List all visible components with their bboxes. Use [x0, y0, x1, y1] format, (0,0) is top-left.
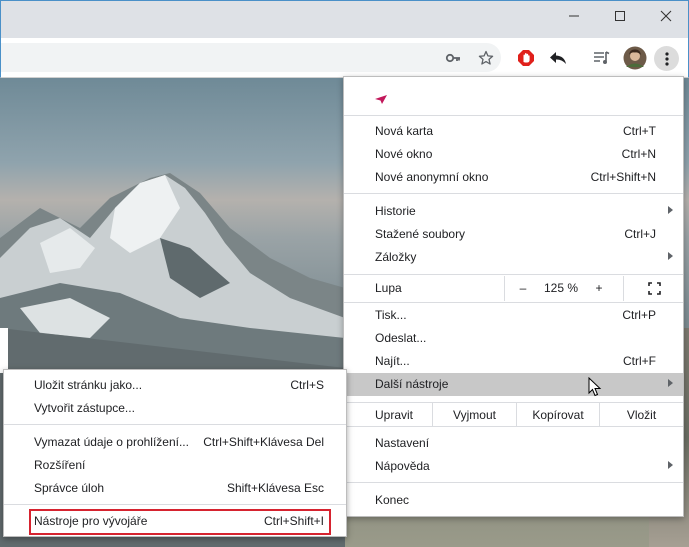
minimize-icon — [569, 15, 579, 17]
submenu-item-label: Vymazat údaje o prohlížení... — [34, 435, 189, 449]
avatar — [623, 46, 647, 70]
pointer-cursor-icon — [588, 377, 602, 397]
menu-item-shortcut: Ctrl+Shift+N — [590, 170, 656, 184]
cut-button[interactable]: Vyjmout — [432, 403, 516, 426]
menu-item-help[interactable]: Nápověda — [344, 455, 683, 478]
media-control-button[interactable] — [591, 47, 613, 69]
menu-item-new-tab[interactable]: Nová karta Ctrl+T — [344, 120, 683, 143]
menu-item-cast[interactable]: Odeslat... — [344, 327, 683, 350]
menu-separator — [344, 302, 683, 303]
key-icon — [445, 53, 460, 63]
maximize-button[interactable] — [597, 1, 643, 31]
paper-plane-icon — [375, 95, 387, 104]
menu-item-downloads[interactable]: Stažené soubory Ctrl+J — [344, 223, 683, 246]
dev-tools-highlight-annotation — [29, 509, 331, 535]
edit-label: Upravit — [375, 408, 414, 422]
menu-item-label: Odeslat... — [375, 331, 427, 345]
submenu-arrow-icon — [668, 379, 673, 387]
fullscreen-icon — [647, 282, 661, 295]
menu-edit-row: Upravit Vyjmout Kopírovat Vložit — [344, 402, 683, 427]
adblock-extension-button[interactable] — [515, 47, 537, 69]
back-share-icon — [550, 52, 566, 64]
zoom-in-button[interactable]: + — [591, 281, 607, 295]
submenu-item-task-manager[interactable]: Správce úloh Shift+Klávesa Esc — [4, 477, 346, 500]
submenu-separator — [4, 504, 346, 505]
browser-toolbar — [0, 38, 689, 78]
menu-item-label: Nové okno — [375, 147, 433, 161]
menu-item-print[interactable]: Tisk... Ctrl+P — [344, 304, 683, 327]
menu-header-logo — [375, 93, 387, 107]
zoom-out-button[interactable]: – — [515, 281, 531, 295]
menu-item-shortcut: Ctrl+J — [624, 227, 656, 241]
fullscreen-button[interactable] — [623, 276, 684, 301]
submenu-separator — [4, 424, 346, 425]
menu-item-history[interactable]: Historie — [344, 200, 683, 223]
title-bar — [0, 0, 689, 38]
zoom-label: Lupa — [375, 281, 402, 295]
menu-separator — [344, 482, 683, 483]
menu-separator — [344, 274, 683, 275]
submenu-arrow-icon — [668, 252, 673, 260]
bookmark-star-button[interactable] — [475, 47, 497, 69]
menu-item-new-window[interactable]: Nové okno Ctrl+N — [344, 143, 683, 166]
chrome-menu-button[interactable] — [654, 46, 679, 71]
menu-item-label: Další nástroje — [375, 377, 449, 391]
chrome-main-menu: Nová karta Ctrl+T Nové okno Ctrl+N Nové … — [343, 76, 684, 517]
submenu-item-shortcut: Ctrl+S — [290, 378, 324, 392]
menu-item-shortcut: Ctrl+N — [621, 147, 656, 161]
submenu-item-shortcut: Shift+Klávesa Esc — [226, 481, 324, 495]
menu-item-label: Tisk... — [375, 308, 407, 322]
password-key-button[interactable] — [442, 47, 464, 69]
zoom-controls: – 125 % + — [504, 276, 683, 301]
menu-item-incognito[interactable]: Nové anonymní okno Ctrl+Shift+N — [344, 166, 683, 189]
menu-item-label: Najít... — [375, 354, 410, 368]
star-icon — [478, 50, 494, 65]
menu-item-shortcut: Ctrl+P — [622, 308, 656, 322]
menu-item-settings[interactable]: Nastavení — [344, 432, 683, 455]
menu-item-label: Nastavení — [375, 436, 430, 450]
menu-item-label: Záložky — [375, 250, 417, 264]
back-share-extension-button[interactable] — [547, 47, 569, 69]
submenu-item-label: Uložit stránku jako... — [34, 378, 143, 392]
menu-item-bookmarks[interactable]: Záložky — [344, 246, 683, 269]
address-bar[interactable] — [1, 43, 501, 72]
menu-item-label: Nápověda — [375, 459, 430, 473]
maximize-icon — [615, 11, 625, 21]
menu-item-label: Nové anonymní okno — [375, 170, 489, 184]
submenu-item-extensions[interactable]: Rozšíření — [4, 454, 346, 477]
submenu-item-label: Rozšíření — [34, 458, 86, 472]
menu-item-find[interactable]: Najít... Ctrl+F — [344, 350, 683, 373]
submenu-arrow-icon — [668, 461, 673, 469]
menu-item-label: Stažené soubory — [375, 227, 466, 241]
zoom-level: 125 % — [543, 281, 579, 295]
kebab-menu-icon — [664, 51, 669, 66]
minimize-button[interactable] — [551, 1, 597, 31]
menu-item-exit[interactable]: Konec — [344, 489, 683, 512]
submenu-arrow-icon — [668, 206, 673, 214]
menu-item-label: Konec — [375, 493, 410, 507]
close-button[interactable] — [643, 1, 689, 31]
submenu-item-create-shortcut[interactable]: Vytvořit zástupce... — [4, 397, 346, 420]
menu-item-label: Nová karta — [375, 124, 434, 138]
profile-avatar-button[interactable] — [623, 46, 647, 70]
copy-button[interactable]: Kopírovat — [516, 403, 599, 426]
close-icon — [660, 10, 672, 22]
menu-item-shortcut: Ctrl+F — [623, 354, 656, 368]
more-tools-submenu: Uložit stránku jako... Ctrl+S Vytvořit z… — [3, 369, 347, 537]
paste-button[interactable]: Vložit — [599, 403, 683, 426]
menu-zoom-row: Lupa – 125 % + — [344, 276, 683, 301]
menu-item-label: Historie — [375, 204, 416, 218]
submenu-item-label: Vytvořit zástupce... — [34, 401, 135, 415]
adblock-icon — [518, 50, 534, 66]
submenu-item-shortcut: Ctrl+Shift+Klávesa Del — [203, 435, 324, 449]
menu-separator — [344, 193, 683, 194]
submenu-item-clear-data[interactable]: Vymazat údaje o prohlížení... Ctrl+Shift… — [4, 431, 346, 454]
submenu-item-save-page[interactable]: Uložit stránku jako... Ctrl+S — [4, 374, 346, 397]
menu-item-more-tools[interactable]: Další nástroje — [344, 373, 683, 396]
submenu-item-label: Správce úloh — [34, 481, 105, 495]
media-icon — [594, 51, 610, 64]
menu-separator — [344, 115, 683, 116]
menu-item-shortcut: Ctrl+T — [623, 124, 656, 138]
